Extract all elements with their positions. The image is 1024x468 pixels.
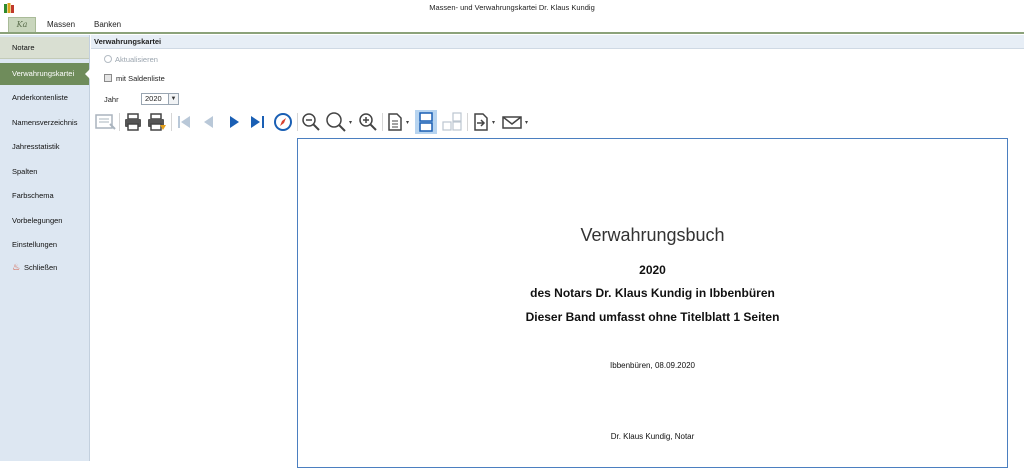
menu-massen[interactable]: Massen	[47, 20, 75, 29]
previous-page-icon[interactable]	[200, 112, 216, 132]
section-title: Verwahrungskartei	[91, 35, 1024, 49]
sidebar-item-label: Anderkontenliste	[12, 93, 68, 102]
sidebar-item-label: Spalten	[12, 167, 38, 176]
sidebar-item-spalten[interactable]: Spalten	[0, 161, 89, 183]
zoom-dropdown-icon[interactable]: ▾	[349, 119, 352, 126]
sidebar-item-verwahrungskartei[interactable]: Verwahrungskartei	[0, 63, 90, 85]
document-title: Verwahrungsbuch	[580, 225, 725, 245]
page-setup-icon[interactable]	[386, 112, 404, 132]
document-notary-line: des Notars Dr. Klaus Kundig in Ibbenbüre…	[530, 286, 775, 300]
sidebar-item-schliessen[interactable]: ♨ Schließen	[0, 256, 89, 278]
saldenliste-label: mit Saldenliste	[116, 74, 165, 83]
document-place-date: Ibbenbüren, 08.09.2020	[610, 361, 695, 370]
toolbar-separator	[382, 113, 383, 131]
sidebar-item-label: Jahresstatistik	[12, 142, 60, 151]
sidebar-item-label: Notare	[12, 43, 35, 52]
email-icon[interactable]	[501, 112, 523, 132]
toolbar-separator	[119, 113, 120, 131]
toolbar-separator	[297, 113, 298, 131]
sidebar-item-label: Einstellungen	[12, 240, 58, 249]
sidebar-item-namensverzeichnis[interactable]: Namensverzeichnis	[0, 112, 89, 134]
first-page-icon[interactable]	[175, 112, 193, 132]
refresh-icon	[104, 55, 112, 63]
refresh-label: Aktualisieren	[115, 55, 158, 64]
menu-banken[interactable]: Banken	[94, 20, 121, 29]
email-dropdown-icon[interactable]: ▾	[525, 119, 528, 126]
document-band-line: Dieser Band umfasst ohne Titelblatt 1 Se…	[525, 310, 780, 324]
sidebar-item-anderkontenliste[interactable]: Anderkontenliste	[0, 87, 89, 109]
sidebar-item-label: Verwahrungskartei	[12, 69, 75, 78]
report-page: Verwahrungsbuch 2020 des Notars Dr. Klau…	[297, 138, 1008, 468]
saldenliste-checkbox[interactable]	[104, 74, 112, 82]
year-label: Jahr	[104, 95, 119, 104]
saldenliste-option[interactable]: mit Saldenliste	[104, 74, 165, 83]
last-page-icon[interactable]	[249, 112, 267, 132]
sidebar-item-jahresstatistik[interactable]: Jahresstatistik	[0, 136, 89, 158]
print-icon[interactable]	[123, 112, 143, 132]
sidebar-item-vorbelegungen[interactable]: Vorbelegungen	[0, 210, 89, 232]
toolbar-separator	[171, 113, 172, 131]
year-value: 2020	[145, 94, 162, 103]
page-setup-dropdown-icon[interactable]: ▾	[406, 119, 409, 126]
sidebar-item-label: Vorbelegungen	[12, 216, 63, 225]
sidebar-item-notare[interactable]: Notare	[0, 37, 89, 59]
quick-print-icon[interactable]	[146, 112, 168, 132]
sidebar: Notare Verwahrungskartei Anderkontenlist…	[0, 35, 90, 461]
single-page-icon[interactable]	[415, 110, 437, 134]
document-signature: Dr. Klaus Kundig, Notar	[610, 432, 695, 441]
menu-bar	[0, 17, 1024, 34]
zoom-in-icon[interactable]	[358, 112, 378, 132]
app-logo-tab[interactable]: Ka	[8, 17, 36, 32]
sidebar-item-label: Farbschema	[12, 191, 54, 200]
sidebar-item-label: Namensverzeichnis	[12, 118, 78, 127]
multi-page-icon[interactable]	[441, 112, 463, 132]
close-icon: ♨	[12, 262, 21, 272]
chevron-down-icon[interactable]: ▼	[168, 94, 178, 104]
sidebar-item-farbschema[interactable]: Farbschema	[0, 185, 89, 207]
toolbar-separator	[467, 113, 468, 131]
export-icon[interactable]	[472, 112, 490, 132]
zoom-icon[interactable]	[325, 112, 347, 132]
select-tool-icon[interactable]	[95, 112, 117, 132]
navigate-icon[interactable]	[273, 112, 293, 132]
document-year: 2020	[639, 263, 666, 277]
sidebar-item-einstellungen[interactable]: Einstellungen	[0, 234, 89, 256]
refresh-button[interactable]: Aktualisieren	[104, 55, 158, 64]
export-dropdown-icon[interactable]: ▾	[492, 119, 495, 126]
sidebar-item-label: Schließen	[24, 263, 58, 272]
next-page-icon[interactable]	[227, 112, 243, 132]
zoom-out-icon[interactable]	[301, 112, 321, 132]
window-title: Massen- und Verwahrungskartei Dr. Klaus …	[429, 3, 595, 12]
year-select[interactable]: 2020 ▼	[141, 93, 179, 105]
